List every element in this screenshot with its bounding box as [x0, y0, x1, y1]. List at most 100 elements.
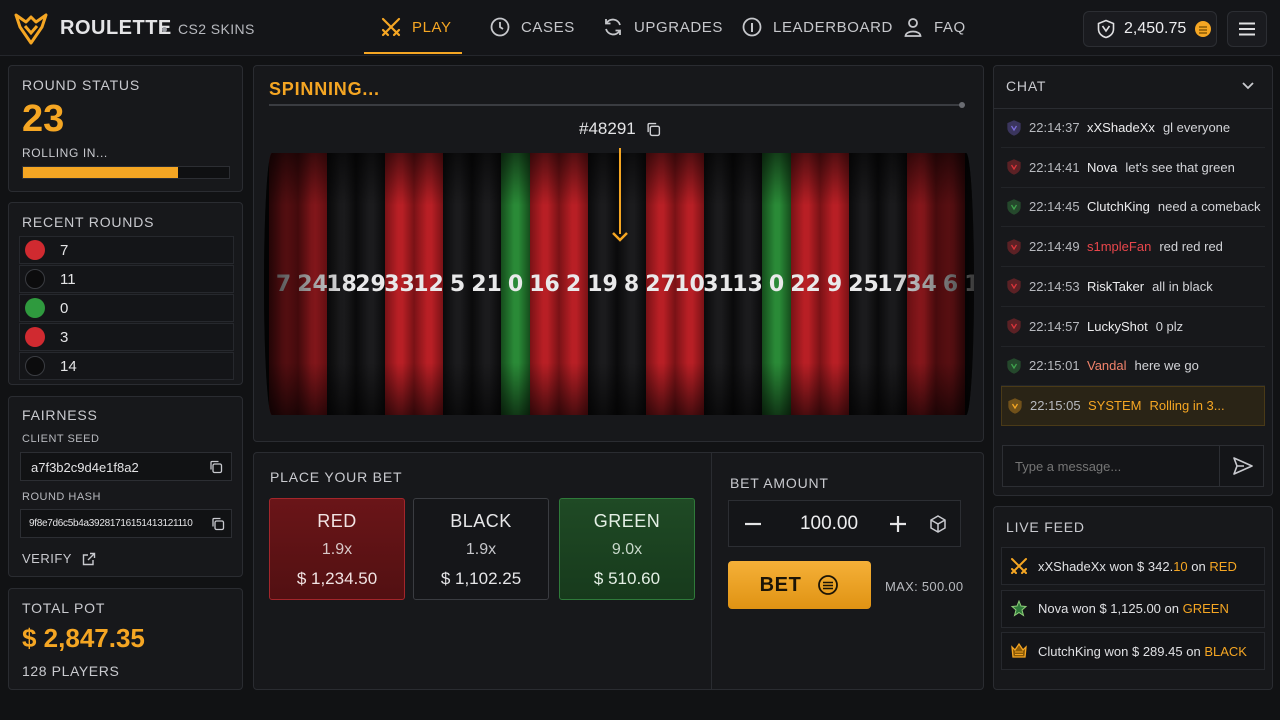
- round-hash-field[interactable]: 9f8e7d6c5b4a39281716151413121110: [20, 509, 232, 538]
- round-number: 14: [60, 357, 77, 375]
- chat-text: 0 plz: [1155, 318, 1184, 334]
- chat-text: let's see that green: [1125, 159, 1235, 175]
- round-id: #48291: [579, 119, 661, 139]
- nav-faq-label: FAQ: [934, 18, 966, 36]
- recent-round-row: 3: [19, 323, 234, 351]
- brand-subtitle: CS2 SKINS: [178, 21, 255, 37]
- feed-user[interactable]: ClutchKing: [1038, 644, 1101, 659]
- bet-green-amount: $ 510.60: [593, 569, 661, 588]
- wheel-segment: 33: [384, 153, 415, 415]
- bet-red-button[interactable]: RED 1.9x $ 1,234.50: [269, 498, 405, 600]
- round-color-chip: [25, 356, 45, 376]
- feed-on: on: [1186, 643, 1201, 659]
- feed-on: on: [1191, 558, 1206, 574]
- shield-icon: [1097, 19, 1115, 39]
- chat-text: red red red: [1159, 239, 1223, 255]
- chat-text: here we go: [1134, 358, 1199, 374]
- copy-icon[interactable]: [209, 460, 223, 474]
- bet-button-label: BET: [759, 573, 802, 596]
- bet-amount-stepper[interactable]: 100.00: [728, 500, 961, 547]
- bet-button[interactable]: BET: [728, 561, 871, 609]
- feed-amount-highlight: 10: [1173, 558, 1188, 574]
- nav-leaderboard[interactable]: LEADERBOARD: [741, 0, 893, 54]
- wheel-segment: 31: [703, 153, 734, 415]
- nav-upgrades[interactable]: UPGRADES: [602, 0, 723, 54]
- wheel-segment: 27: [645, 153, 676, 415]
- bet-amount-title: BET AMOUNT: [730, 475, 829, 491]
- chat-username[interactable]: Nova: [1087, 160, 1117, 175]
- menu-button[interactable]: [1227, 11, 1267, 47]
- nav-cases[interactable]: CASES: [489, 0, 575, 54]
- chat-title: CHAT: [1006, 78, 1047, 94]
- nav-upgrades-label: UPGRADES: [634, 18, 723, 36]
- bet-panel-divider: [711, 453, 712, 689]
- chat-username[interactable]: ClutchKing: [1087, 199, 1150, 214]
- balance-box[interactable]: 2,450.75: [1083, 11, 1217, 47]
- crown-badge-icon: [1011, 642, 1027, 658]
- chat-time: 22:14:45: [1029, 199, 1080, 215]
- wheel-segment: 22: [790, 153, 821, 415]
- clock-icon: [490, 17, 510, 37]
- live-feed-row: ClutchKing won $ 289.45 on BLACK: [1001, 632, 1265, 670]
- refresh-icon: [605, 18, 621, 36]
- chat-username[interactable]: s1mpleFan: [1087, 239, 1151, 254]
- wheel-segment: 34: [906, 153, 937, 415]
- round-id-label: #48291: [579, 119, 636, 138]
- chat-username[interactable]: Vandal: [1087, 358, 1127, 373]
- feed-user[interactable]: Nova: [1038, 601, 1068, 616]
- wheel-segment: 7: [269, 153, 298, 415]
- wheel-segment: 29: [355, 153, 386, 415]
- copy-icon[interactable]: [211, 517, 225, 531]
- round-number: 3: [60, 328, 69, 346]
- chat-text: Rolling in 3...: [1149, 398, 1225, 414]
- wheel-segment: 21: [471, 153, 502, 415]
- cube-icon[interactable]: [928, 514, 948, 534]
- nav-faq[interactable]: FAQ: [902, 0, 966, 54]
- chat-time: 22:15:01: [1029, 358, 1080, 374]
- feed-color: RED: [1209, 558, 1237, 574]
- chat-message: 22:14:57 LuckyShot 0 plz: [1001, 307, 1265, 347]
- user-icon: [904, 18, 922, 37]
- round-number: 7: [60, 241, 69, 259]
- plus-icon[interactable]: [889, 515, 907, 533]
- fairness-panel: FAIRNESS CLIENT SEED a7f3b2c9d4e1f8a2 RO…: [8, 396, 243, 577]
- round-color-chip: [25, 327, 45, 347]
- bet-black-button[interactable]: BLACK 1.9x $ 1,102.25: [413, 498, 549, 600]
- recent-round-row: 14: [19, 352, 234, 380]
- chat-username[interactable]: SYSTEM: [1088, 398, 1141, 413]
- feed-user[interactable]: xXShadeXx: [1038, 559, 1106, 574]
- client-seed-field[interactable]: a7f3b2c9d4e1f8a2: [20, 452, 232, 481]
- nav-active-indicator: [364, 52, 462, 54]
- chat-message: 22:15:01 Vandal here we go: [1001, 346, 1265, 387]
- round-color-chip: [25, 240, 45, 260]
- chat-username[interactable]: LuckyShot: [1087, 319, 1148, 334]
- round-color-chip: [25, 269, 45, 289]
- shield-badge-icon: [1007, 199, 1021, 215]
- feed-amount: $ 289.45: [1131, 643, 1183, 659]
- client-seed-label: CLIENT SEED: [22, 433, 100, 445]
- brand-title[interactable]: ROULETTE: [60, 17, 172, 40]
- bet-green-button[interactable]: GREEN 9.0x $ 510.60: [559, 498, 695, 600]
- wheel-segment: 24: [297, 153, 328, 415]
- nav-play[interactable]: PLAY: [380, 0, 452, 54]
- chevron-down-icon[interactable]: [1242, 82, 1254, 90]
- verify-link[interactable]: VERIFY: [22, 551, 96, 566]
- verify-label: VERIFY: [22, 551, 72, 566]
- live-feed-row: Nova won $ 1,125.00 on GREEN: [1001, 589, 1265, 628]
- chat-username[interactable]: xXShadeXx: [1087, 120, 1155, 135]
- shield-badge-icon: [1007, 238, 1021, 255]
- total-pot-title: TOTAL POT: [22, 600, 106, 616]
- chat-time: 22:14:57: [1029, 318, 1080, 334]
- round-number: 0: [60, 299, 69, 317]
- logo-icon[interactable]: [14, 13, 48, 45]
- total-pot-panel: TOTAL POT $ 2,847.35 128 PLAYERS: [8, 588, 243, 690]
- shield-badge-icon: [1008, 398, 1022, 414]
- info-icon: [742, 17, 762, 37]
- copy-icon[interactable]: [646, 122, 661, 137]
- chat-username[interactable]: RiskTaker: [1087, 279, 1144, 294]
- chat-input[interactable]: [1003, 446, 1219, 486]
- wheel-segment: 11: [964, 153, 974, 415]
- chat-text: all in black: [1152, 278, 1213, 294]
- chat-time: 22:14:41: [1029, 159, 1080, 175]
- send-icon[interactable]: [1233, 457, 1253, 475]
